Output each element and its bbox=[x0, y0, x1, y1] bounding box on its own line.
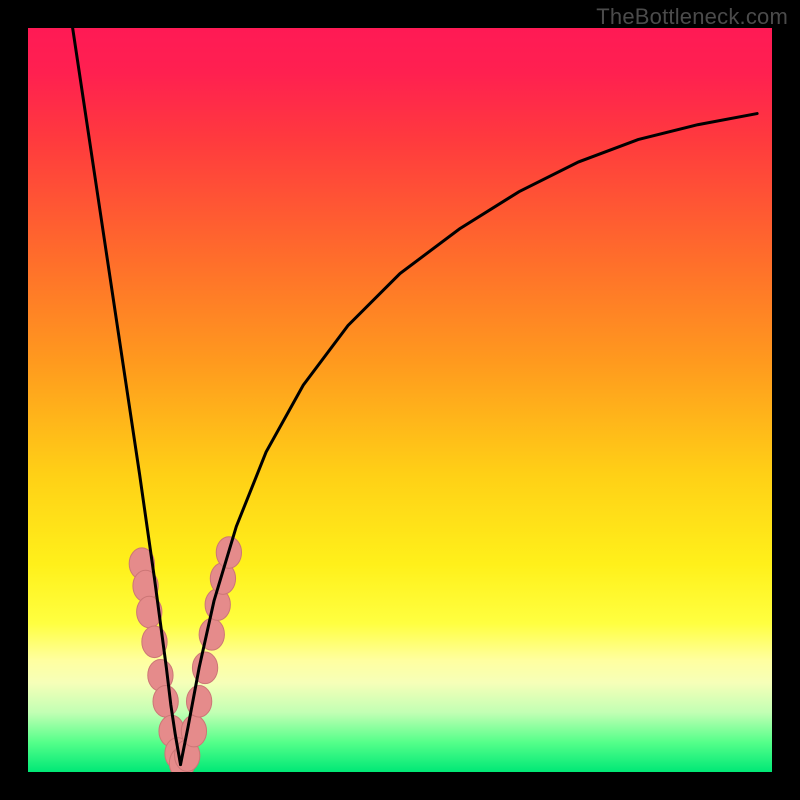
curve-right-arm bbox=[181, 114, 758, 765]
curve-left-arm bbox=[73, 28, 181, 765]
data-marker bbox=[153, 686, 178, 718]
curve-layer bbox=[28, 28, 772, 772]
plot-area bbox=[28, 28, 772, 772]
watermark-text: TheBottleneck.com bbox=[596, 4, 788, 30]
chart-frame: TheBottleneck.com bbox=[0, 0, 800, 800]
